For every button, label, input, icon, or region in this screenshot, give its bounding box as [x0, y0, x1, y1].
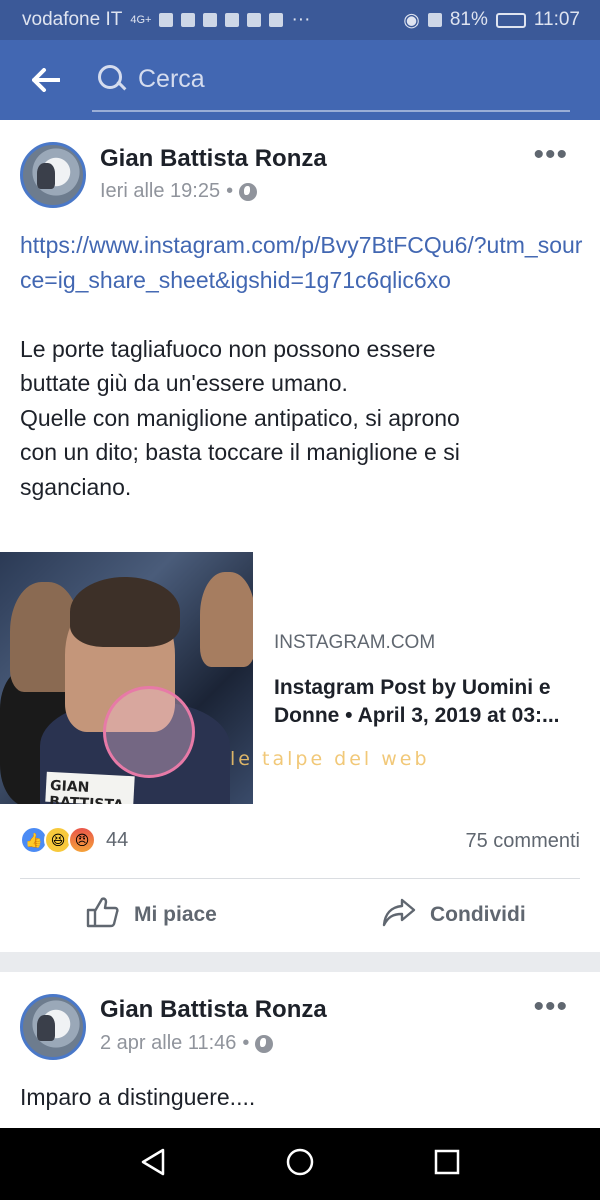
share-button[interactable]: Condividi: [382, 890, 526, 940]
search-icon: [98, 65, 126, 93]
post-body-line: Quelle con maniglione antipatico, si apr…: [20, 404, 460, 431]
comments-count[interactable]: 75 commenti: [466, 830, 581, 853]
share-icon: [382, 897, 416, 933]
news-icon: [225, 13, 240, 27]
avatar[interactable]: [20, 142, 86, 208]
avatar[interactable]: [20, 994, 86, 1060]
meta-separator: •: [226, 180, 234, 202]
nav-recents-icon[interactable]: [434, 1149, 460, 1180]
nav-home-icon[interactable]: [285, 1147, 315, 1182]
status-bar: vodafone IT 4G+ ··· ◉ 81% 11:07: [0, 0, 600, 40]
back-arrow-icon[interactable]: [0, 40, 92, 120]
link-preview-image: GIAN BATTISTA: [0, 552, 253, 804]
link-title-line: Donne • April 3, 2019 at 03:...: [274, 704, 560, 727]
network-label: 4G+: [130, 14, 152, 26]
more-options-icon[interactable]: •••: [533, 140, 568, 170]
facebook-icon: [269, 13, 284, 27]
watermark-logo: [103, 686, 195, 778]
nav-back-icon[interactable]: [140, 1148, 166, 1181]
image-name-tag: GIAN BATTISTA: [45, 771, 135, 804]
meta-separator: •: [242, 1032, 250, 1054]
top-bar: [0, 40, 600, 120]
clock: 11:07: [533, 9, 580, 30]
link-domain: INSTAGRAM.COM: [274, 632, 436, 653]
post-time[interactable]: 2 apr alle 11:46: [100, 1032, 236, 1055]
android-navigation-bar: [0, 1128, 600, 1200]
search-input[interactable]: [138, 64, 538, 94]
more-options-icon[interactable]: •••: [533, 992, 568, 1022]
angry-reaction-icon: 😠: [68, 826, 96, 854]
vibrate-icon: [427, 13, 442, 27]
thumbs-up-icon: [86, 896, 120, 934]
post-author[interactable]: Gian Battista Ronza: [100, 996, 327, 1024]
notification-icon: [247, 13, 262, 27]
link-preview-card[interactable]: GIAN BATTISTA le talpe del web INSTAGRAM…: [0, 552, 600, 804]
post-body-line: con un dito; basta toccare il maniglione…: [20, 439, 460, 465]
watermark-text: le talpe del web: [230, 748, 430, 770]
post: Gian Battista Ronza 2 apr alle 11:46 • •…: [0, 972, 600, 1128]
post-link[interactable]: https://www.instagram.com/p/Bvy7BtFCQu6/…: [20, 228, 585, 297]
video-icon: [181, 13, 196, 27]
share-label: Condividi: [430, 903, 526, 926]
search-bar[interactable]: [92, 48, 570, 112]
post-time[interactable]: Ieri alle 19:25: [100, 180, 220, 203]
post-author[interactable]: Gian Battista Ronza: [100, 145, 327, 173]
globe-icon: [239, 182, 258, 201]
divider: [20, 878, 580, 879]
like-button[interactable]: Mi piace: [86, 890, 217, 940]
link-title: Instagram Post by Uomini e Donne • April…: [274, 674, 584, 730]
carrier-label: vodafone IT: [22, 9, 123, 30]
more-notifications-icon: ···: [291, 9, 311, 30]
link-title-line: Instagram Post by Uomini e: [274, 676, 551, 699]
post-text: Imparo a distinguere....: [20, 1084, 256, 1110]
battery-icon: [495, 12, 526, 28]
post-meta: Ieri alle 19:25 •: [100, 180, 258, 203]
signal-icon: [159, 13, 174, 27]
battery-percent: 81%: [449, 9, 488, 30]
post-body-line: buttate giù da un'essere umano.: [20, 370, 348, 396]
post-text: https://www.instagram.com/p/Bvy7BtFCQu6/…: [20, 228, 585, 504]
post-body-line: sganciano.: [20, 473, 132, 500]
post: Gian Battista Ronza Ieri alle 19:25 • ••…: [0, 120, 600, 952]
reactions-summary[interactable]: 👍 😆 😠 44: [20, 826, 128, 854]
eye-icon: ◉: [403, 9, 420, 31]
play-icon: [203, 13, 218, 27]
globe-icon: [255, 1034, 274, 1053]
post-body-line: Le porte tagliafuoco non possono essere: [20, 335, 436, 362]
post-meta: 2 apr alle 11:46 •: [100, 1032, 274, 1055]
reaction-count: 44: [106, 828, 129, 851]
like-label: Mi piace: [134, 903, 217, 926]
